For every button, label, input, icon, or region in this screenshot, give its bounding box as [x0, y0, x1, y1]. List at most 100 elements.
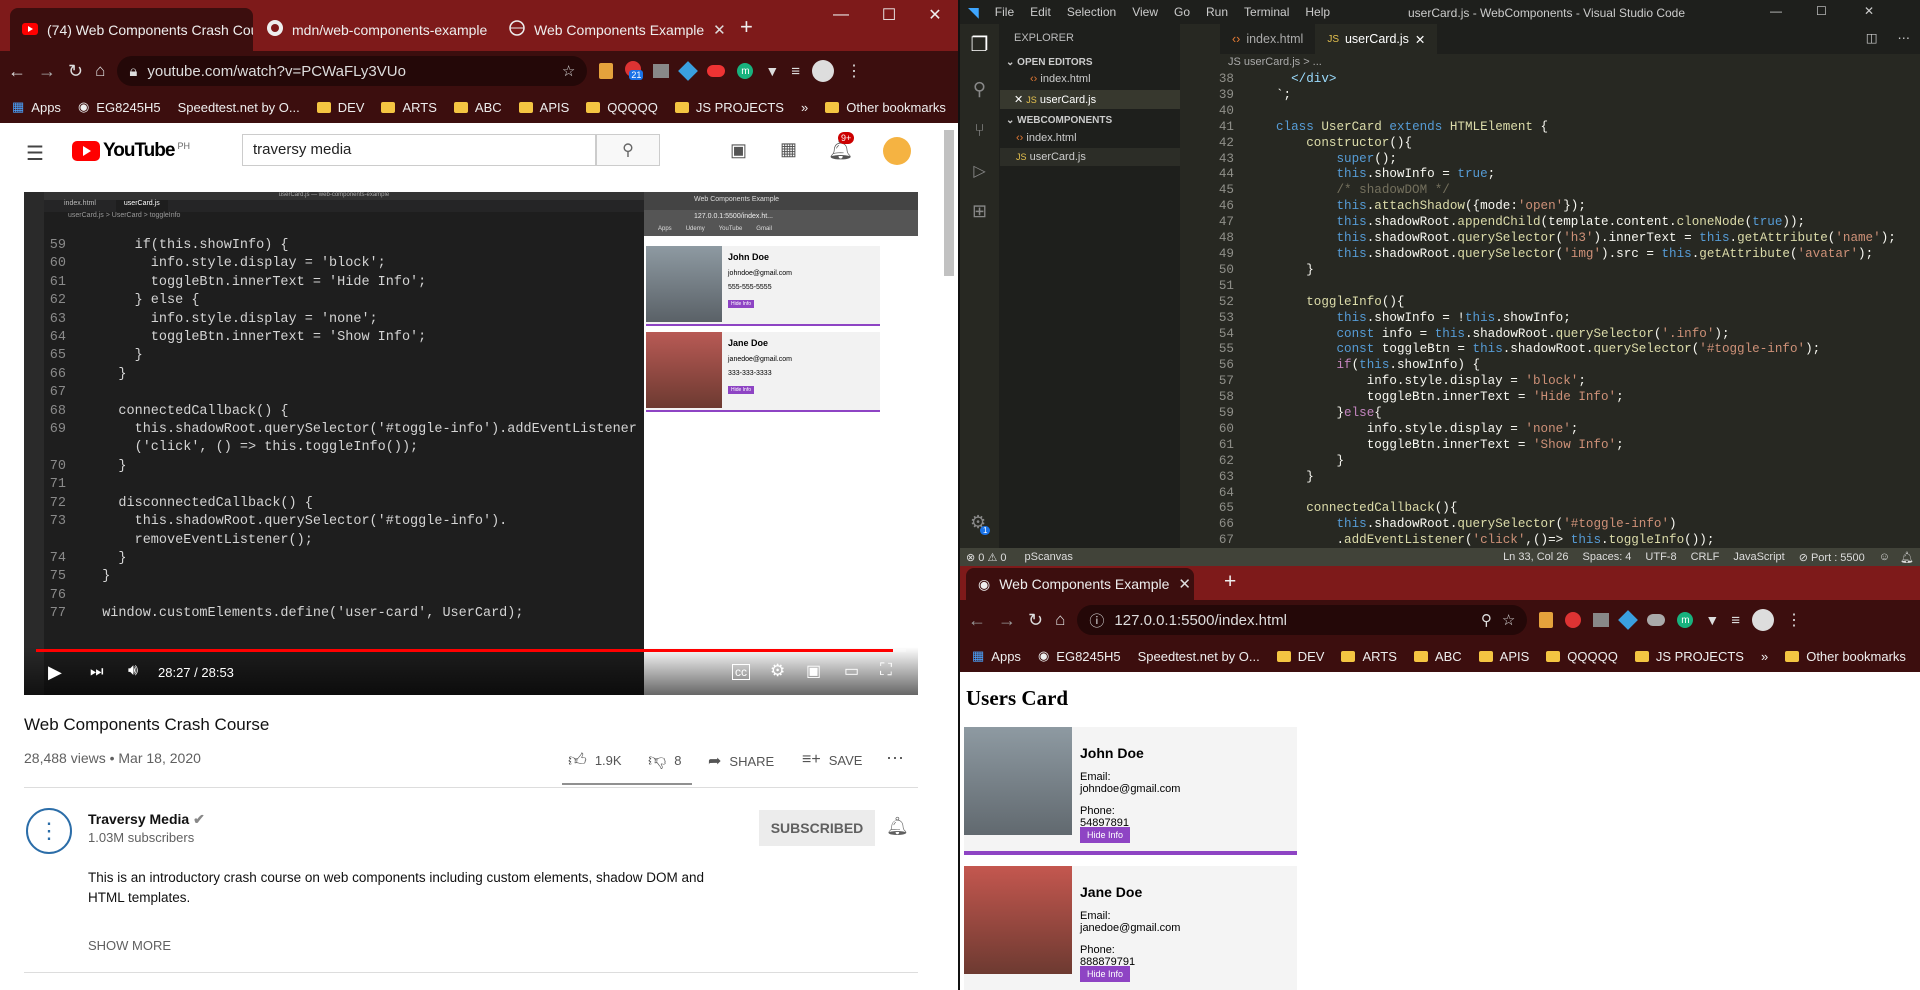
show-more-button[interactable]: SHOW MORE	[88, 938, 171, 953]
captions-icon[interactable]: cc	[732, 664, 750, 680]
open-editors-header[interactable]: ⌄ OPEN EDITORS	[1000, 44, 1180, 68]
bookmark-item[interactable]: Speedtest.net by O...	[178, 100, 300, 115]
extension-status[interactable]: pScanvas	[1025, 551, 1073, 563]
extension-icon[interactable]	[599, 63, 614, 79]
search-button[interactable]: ⚲	[596, 134, 660, 166]
bookmark-folder[interactable]: ARTS	[381, 100, 437, 115]
settings-gear-icon[interactable]: ⚙	[770, 661, 785, 681]
extension-icon[interactable]: ▼	[1705, 612, 1719, 628]
bookmark-item[interactable]: ◉ EG8245H5	[78, 99, 161, 115]
share-button[interactable]: ➦ SHARE	[708, 751, 774, 771]
subscribed-button[interactable]: SUBSCRIBED	[759, 810, 875, 846]
bookmark-folder[interactable]: QQQQQ	[586, 100, 658, 115]
cursor-position[interactable]: Ln 33, Col 26	[1503, 551, 1568, 563]
bookmark-folder[interactable]: ABC	[1413, 649, 1462, 664]
profile-avatar[interactable]	[1752, 609, 1774, 631]
bookmark-folder[interactable]: QQQQQ	[1546, 649, 1618, 664]
extension-icon[interactable]: ▼	[765, 63, 779, 79]
extension-badge-icon[interactable]: 21	[625, 60, 644, 82]
extension-icon[interactable]	[1539, 612, 1554, 628]
forward-arrow-icon[interactable]: →	[38, 61, 56, 82]
media-icon[interactable]: ≡	[1731, 612, 1740, 629]
reload-icon[interactable]: ↻	[68, 61, 83, 82]
open-editor-item-active[interactable]: ✕ JS userCard.js	[1000, 90, 1180, 109]
back-arrow-icon[interactable]: ←	[968, 610, 986, 631]
tab-github[interactable]: mdn/web-components-example ✕	[255, 8, 495, 51]
other-bookmarks[interactable]: Other bookmarks	[825, 100, 946, 115]
bookmark-folder[interactable]: JS PROJECTS	[674, 100, 784, 115]
media-icon[interactable]: ≡	[791, 63, 800, 80]
channel-name[interactable]: Traversy Media ✔	[88, 811, 205, 828]
notifications-bell-icon[interactable]: 🔔︎	[1900, 551, 1914, 564]
reload-icon[interactable]: ↻	[1028, 610, 1043, 631]
close-icon[interactable]: ✕	[1415, 32, 1425, 47]
volume-icon[interactable]: 🔊︎	[128, 662, 138, 680]
extension-icon[interactable]	[1593, 613, 1610, 627]
create-video-icon[interactable]: ▣	[730, 140, 747, 161]
address-bar[interactable]: ⓘ 127.0.0.1:5500/index.html ⚲ ☆	[1077, 605, 1528, 635]
menu-edit[interactable]: Edit	[1030, 5, 1051, 19]
bookmark-apps[interactable]: ▦ Apps	[972, 648, 1021, 664]
extension-icon[interactable]: m	[1677, 612, 1694, 628]
menu-file[interactable]: File	[995, 5, 1014, 19]
search-input[interactable]: traversy media	[242, 134, 596, 166]
extensions-icon[interactable]: ⊞	[960, 201, 999, 222]
star-icon[interactable]: ☆	[1502, 611, 1515, 629]
save-button[interactable]: ≡+ SAVE	[802, 751, 862, 769]
bookmark-folder[interactable]: ABC	[453, 100, 502, 115]
maximize-button[interactable]: ☐	[866, 0, 912, 30]
indentation[interactable]: Spaces: 4	[1583, 551, 1632, 563]
page-scrollbar[interactable]	[944, 130, 954, 276]
menu-dots-icon[interactable]: ⋮	[846, 61, 862, 81]
account-avatar[interactable]	[883, 137, 911, 165]
explorer-files-icon[interactable]: ❐	[960, 32, 999, 57]
extension-icon[interactable]	[1618, 610, 1639, 630]
feedback-icon[interactable]: ☺	[1879, 551, 1890, 563]
more-bookmarks-icon[interactable]: »	[801, 100, 808, 115]
like-button[interactable]: 👍︎ 1.9K	[568, 749, 622, 771]
window-close-button[interactable]: ✕	[912, 0, 958, 30]
next-icon[interactable]: ⏭︎	[90, 663, 104, 680]
new-tab-button[interactable]: +	[740, 14, 753, 40]
extension-icon[interactable]	[1647, 614, 1666, 626]
theater-mode-icon[interactable]: ▭	[844, 661, 859, 681]
bookmark-folder[interactable]: APIS	[518, 100, 569, 115]
back-arrow-icon[interactable]: ←	[8, 61, 26, 82]
run-debug-icon[interactable]: ▷	[960, 161, 999, 181]
menu-dots-icon[interactable]: ⋮	[1786, 610, 1802, 630]
minimize-button[interactable]: —	[1770, 4, 1782, 18]
dislike-button[interactable]: 👎︎ 8	[648, 749, 682, 771]
hamburger-menu-icon[interactable]: ☰	[26, 141, 44, 166]
close-icon[interactable]: ✕	[713, 21, 725, 39]
profile-avatar[interactable]	[812, 60, 834, 82]
address-bar[interactable]: 🔒︎ youtube.com/watch?v=PCWaFLy3VUo ☆	[117, 56, 588, 86]
hide-info-button[interactable]: Hide Info	[1080, 827, 1130, 843]
tab-example[interactable]: Web Components Example ✕	[497, 8, 725, 51]
apps-grid-icon[interactable]: ▦	[780, 139, 797, 160]
menu-go[interactable]: Go	[1174, 5, 1190, 19]
new-tab-button[interactable]: +	[1224, 570, 1236, 594]
other-bookmarks[interactable]: Other bookmarks	[1785, 649, 1906, 664]
menu-help[interactable]: Help	[1305, 5, 1330, 19]
star-icon[interactable]: ☆	[562, 62, 575, 80]
menu-terminal[interactable]: Terminal	[1244, 5, 1289, 19]
forward-arrow-icon[interactable]: →	[998, 610, 1016, 631]
maximize-button[interactable]: ☐	[1816, 4, 1827, 18]
menu-selection[interactable]: Selection	[1067, 5, 1116, 19]
bookmark-folder[interactable]: DEV	[316, 100, 364, 115]
more-bookmarks-icon[interactable]: »	[1761, 649, 1768, 664]
notification-bell-icon[interactable]: 🔔︎	[886, 816, 909, 837]
home-icon[interactable]: ⌂	[95, 61, 105, 81]
menu-view[interactable]: View	[1132, 5, 1158, 19]
bookmark-folder[interactable]: DEV	[1276, 649, 1324, 664]
split-editor-icon[interactable]: ◫	[1856, 24, 1888, 54]
extension-icon[interactable]	[678, 61, 699, 81]
problems-indicator[interactable]: ⊗ 0 ⚠ 0	[966, 551, 1007, 564]
open-editor-item[interactable]: ‹› index.html	[1000, 68, 1180, 85]
live-server-port[interactable]: ⊘ Port : 5500	[1799, 551, 1865, 564]
bookmark-item[interactable]: Speedtest.net by O...	[1138, 649, 1260, 664]
editor-tab-usercard[interactable]: JS userCard.js ✕	[1315, 24, 1438, 54]
bookmark-folder[interactable]: JS PROJECTS	[1634, 649, 1744, 664]
miniplayer-icon[interactable]: ▣	[806, 661, 821, 681]
play-icon[interactable]: ▶	[48, 662, 62, 683]
